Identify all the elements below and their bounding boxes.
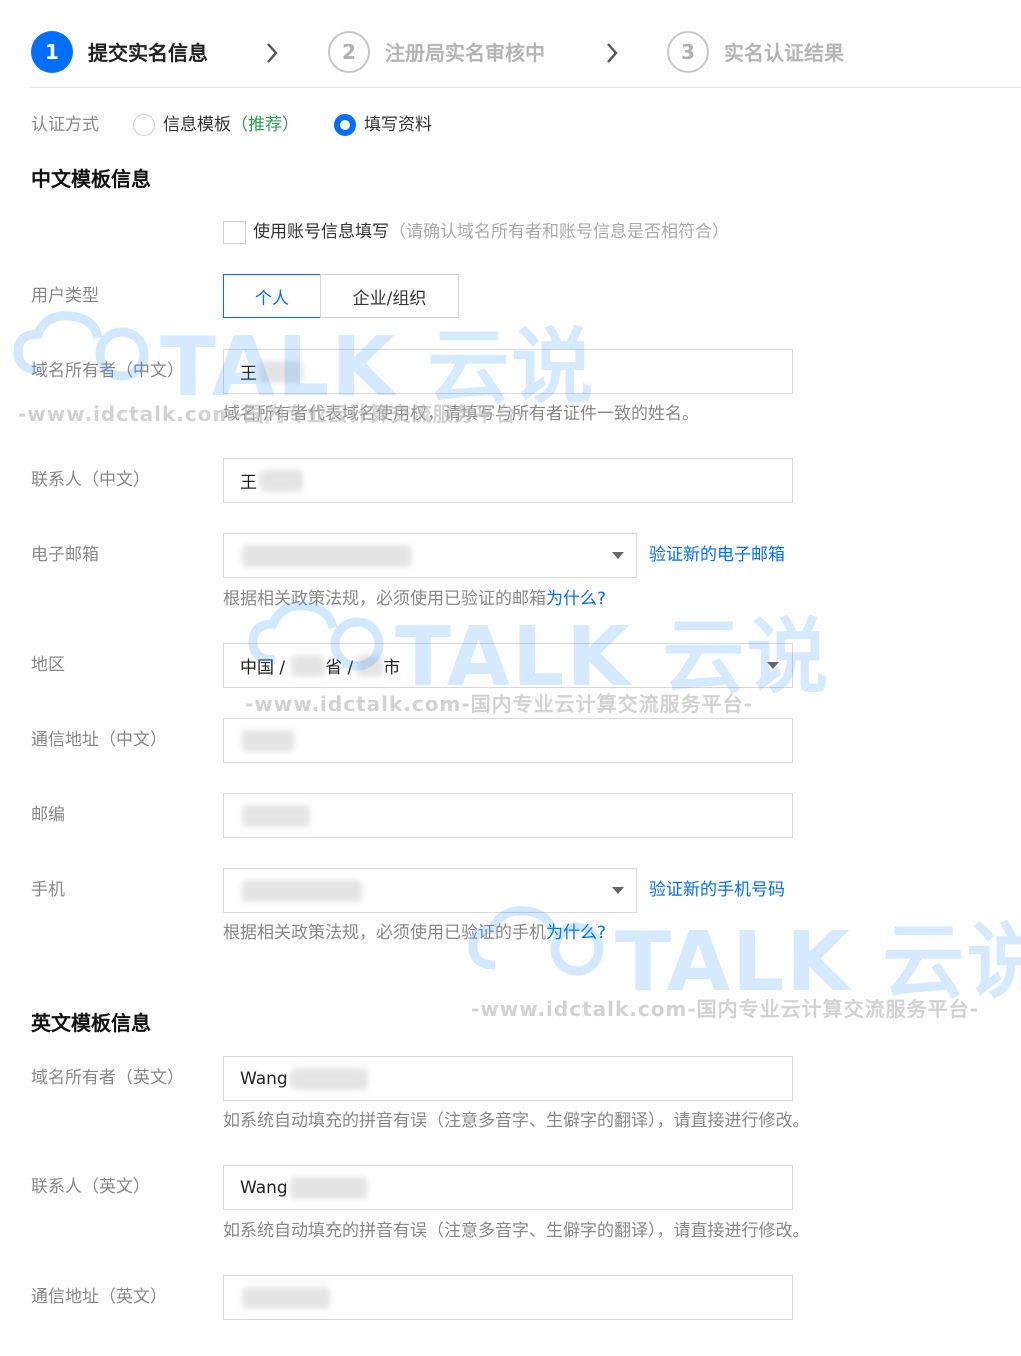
step-2-indicator: 2 [328, 31, 370, 73]
region-label: 地区 [31, 655, 65, 675]
owner-cn-value: 王 [240, 364, 257, 384]
contact-en-label: 联系人（英文） [31, 1177, 150, 1197]
email-help: 根据相关政策法规，必须使用已验证的邮箱为什么? [223, 587, 606, 611]
redacted-blur [242, 879, 362, 902]
step-1-label: 提交实名信息 [88, 41, 208, 65]
redacted-blur [259, 360, 303, 383]
watermark-brand: TALK 云说 [615, 915, 1021, 1010]
email-label: 电子邮箱 [31, 545, 99, 565]
phone-why-link[interactable]: 为什么? [546, 923, 606, 943]
contact-cn-value: 王 [240, 473, 257, 493]
contact-cn-label: 联系人（中文） [31, 470, 150, 490]
radio-fill-form-label[interactable]: 填写资料 [364, 113, 432, 137]
radio-template[interactable] [133, 114, 155, 136]
redacted-blur [291, 654, 326, 677]
contact-en-value: Wang [240, 1177, 288, 1198]
watermark-url: -www.idctalk.com-国内专业云计算交流服务平台- [471, 997, 979, 1021]
use-account-label: 使用账号信息填写 [253, 222, 389, 242]
phone-help: 根据相关政策法规，必须使用已验证的手机为什么? [223, 921, 606, 945]
address-en-input[interactable] [223, 1275, 793, 1320]
redacted-blur [289, 1067, 368, 1090]
chevron-down-icon[interactable] [767, 662, 779, 669]
region-province: 省 / [325, 658, 354, 678]
recommend-tag: （推荐） [231, 115, 299, 135]
redacted-blur [242, 1286, 330, 1309]
redacted-blur [242, 804, 310, 827]
redacted-blur [357, 654, 384, 677]
owner-cn-input[interactable]: 王 [223, 349, 793, 394]
address-en-label: 通信地址（英文） [31, 1287, 167, 1307]
phone-select[interactable] [223, 868, 637, 913]
chevron-right-icon [267, 43, 278, 63]
radio-template-text[interactable]: 信息模板（推荐） [163, 113, 299, 137]
chevron-down-icon[interactable] [612, 552, 624, 559]
use-account-text[interactable]: 使用账号信息填写（请确认域名所有者和账号信息是否相符合） [253, 220, 729, 244]
chevron-right-icon [607, 43, 618, 63]
chevron-down-icon[interactable] [612, 887, 624, 894]
contact-en-input[interactable]: Wang [223, 1165, 793, 1210]
header-divider [30, 87, 1021, 88]
owner-en-label: 域名所有者（英文） [31, 1068, 184, 1088]
address-cn-label: 通信地址（中文） [31, 730, 167, 750]
region-city: 市 [383, 658, 401, 678]
use-account-checkbox[interactable] [223, 221, 246, 244]
step-3-indicator: 3 [667, 31, 709, 73]
email-help-text: 根据相关政策法规，必须使用已验证的邮箱 [223, 589, 546, 609]
email-why-link[interactable]: 为什么? [546, 589, 606, 609]
region-select[interactable]: 中国 / 省 / 市 [223, 643, 793, 688]
redacted-blur [289, 1176, 368, 1199]
redacted-blur [242, 729, 294, 752]
phone-help-text: 根据相关政策法规，必须使用已验证的手机 [223, 923, 546, 943]
cn-section-title: 中文模板信息 [31, 167, 151, 191]
contact-en-help: 如系统自动填充的拼音有误（注意多音字、生僻字的翻译），请直接进行修改。 [223, 1221, 810, 1241]
step-1-indicator: 1 [31, 31, 73, 73]
watermark-3: TALK 云说 -www.idctalk.com-国内专业云计算交流服务平台- [465, 895, 1021, 1025]
user-type-label: 用户类型 [31, 286, 99, 306]
radio-fill-form[interactable] [334, 114, 356, 136]
verify-email-link[interactable]: 验证新的电子邮箱 [649, 543, 785, 567]
owner-en-help: 如系统自动填充的拼音有误（注意多音字、生僻字的翻译），请直接进行修改。 [223, 1111, 810, 1131]
owner-en-input[interactable]: Wang [223, 1056, 793, 1101]
auth-method-label: 认证方式 [31, 115, 99, 135]
verify-phone-link[interactable]: 验证新的手机号码 [649, 878, 785, 902]
use-account-hint: （请确认域名所有者和账号信息是否相符合） [389, 222, 729, 242]
zip-label: 邮编 [31, 805, 65, 825]
owner-cn-help: 域名所有者代表域名使用权，请填写与所有者证件一致的姓名。 [223, 404, 699, 424]
contact-cn-input[interactable]: 王 [223, 458, 793, 503]
user-type-personal-button[interactable]: 个人 [223, 274, 321, 318]
zip-input[interactable] [223, 793, 793, 838]
owner-cn-label: 域名所有者（中文） [31, 361, 184, 381]
region-country: 中国 / [240, 658, 286, 678]
redacted-blur [259, 469, 303, 492]
watermark-url: -www.idctalk.com-国内专业云计算交流服务平台- [245, 692, 753, 716]
radio-template-label: 信息模板 [163, 115, 231, 135]
redacted-blur [242, 544, 412, 567]
en-section-title: 英文模板信息 [31, 1011, 151, 1035]
user-type-org-button[interactable]: 企业/组织 [320, 274, 459, 318]
phone-label: 手机 [31, 880, 65, 900]
owner-en-value: Wang [240, 1068, 288, 1089]
step-3-label: 实名认证结果 [724, 41, 844, 65]
email-select[interactable] [223, 533, 637, 578]
step-2-label: 注册局实名审核中 [385, 41, 545, 65]
address-cn-input[interactable] [223, 718, 793, 763]
